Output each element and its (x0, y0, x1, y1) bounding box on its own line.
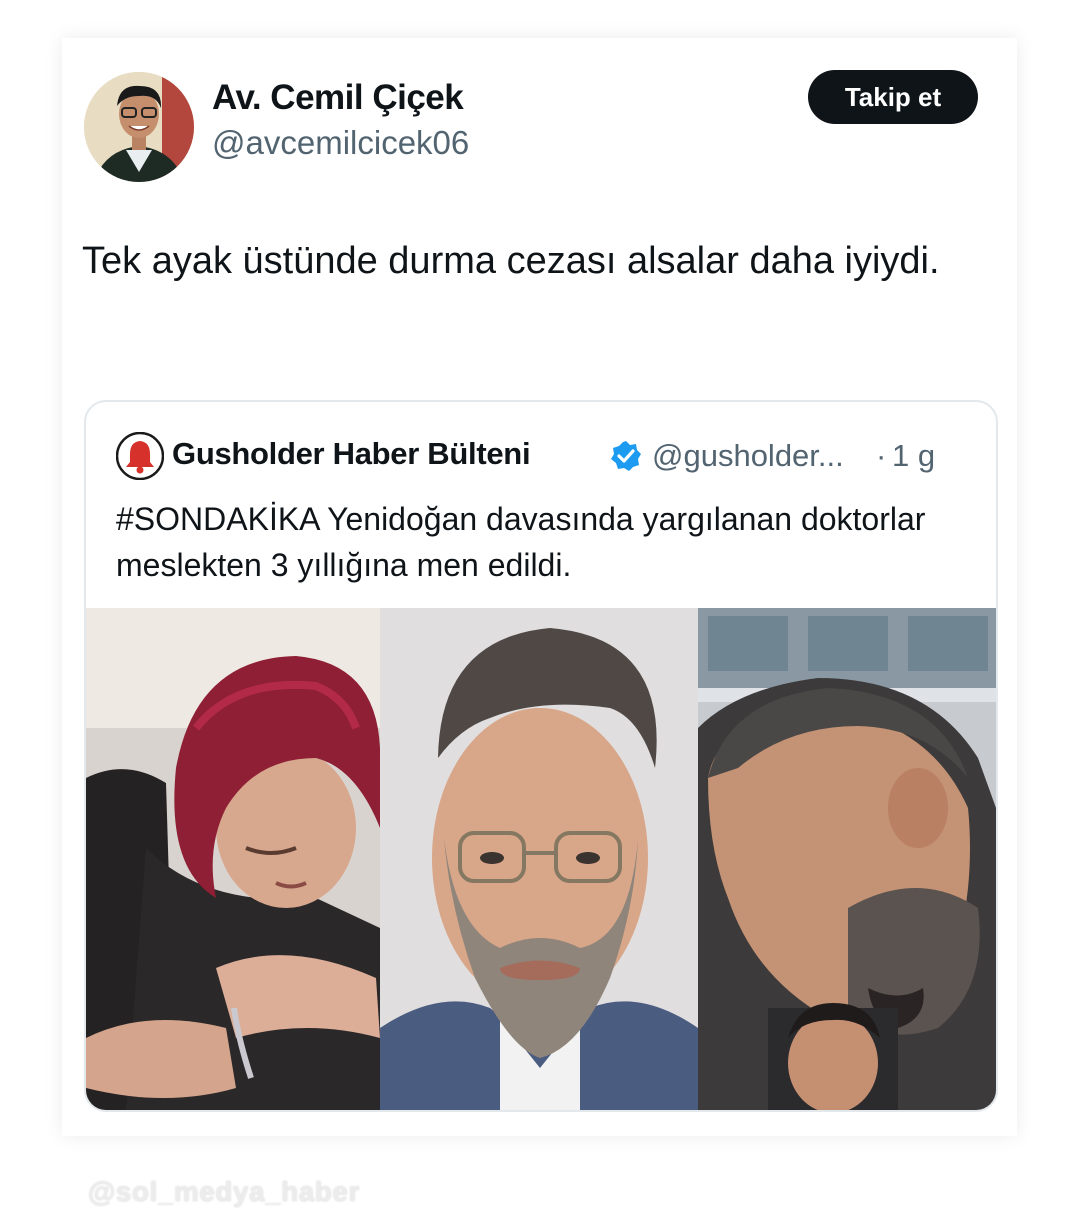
author-avatar[interactable] (84, 72, 194, 182)
avatar-photo (84, 72, 194, 182)
author-display-name[interactable]: Av. Cemil Çiçek (212, 78, 464, 118)
media-photo-woman[interactable] (86, 608, 380, 1110)
quoted-author-handle[interactable]: @gusholder... (652, 438, 844, 474)
photo-man-bowing-head (698, 608, 996, 1110)
quoted-media-grid[interactable] (86, 608, 996, 1110)
bell-logo-icon (116, 432, 164, 480)
tweet-text: Tek ayak üstünde durma cezası alsalar da… (82, 240, 940, 282)
quoted-timestamp[interactable]: 1 g (892, 438, 935, 474)
quoted-tweet-text: #SONDAKİKA Yenidoğan davasında yargılana… (116, 501, 926, 583)
quoted-tweet[interactable]: Gusholder Haber Bülteni @gusholder... · … (84, 400, 998, 1112)
media-photo-man-glasses[interactable] (380, 608, 698, 1110)
photo-woman-red-hair (86, 608, 380, 1110)
tweet-card: Av. Cemil Çiçek @avcemilcicek06 Takip et… (62, 38, 1017, 1136)
verified-badge-icon (611, 441, 641, 471)
media-photo-man-bowing[interactable] (698, 608, 996, 1110)
follow-button[interactable]: Takip et (808, 70, 978, 124)
watermark: @sol_medya_haber (88, 1176, 360, 1207)
photo-man-glasses-beard (380, 608, 698, 1110)
quoted-author-name[interactable]: Gusholder Haber Bülteni (172, 436, 531, 472)
separator-dot: · (876, 438, 887, 473)
author-handle[interactable]: @avcemilcicek06 (212, 124, 469, 162)
